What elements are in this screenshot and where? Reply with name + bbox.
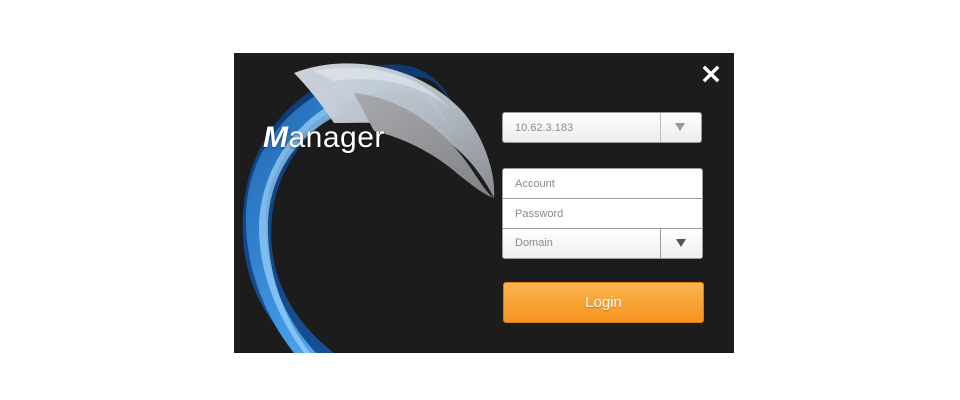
- server-select-divider: [660, 113, 661, 142]
- brand-initial: M: [263, 121, 289, 154]
- login-dialog: Manager 10.62.3.183 Domain Login: [234, 53, 734, 353]
- domain-select-divider: [660, 229, 661, 258]
- password-input[interactable]: [503, 199, 702, 228]
- domain-select-value: Domain: [515, 237, 553, 249]
- password-row: [503, 199, 702, 229]
- close-button[interactable]: [700, 63, 722, 85]
- server-select-value: 10.62.3.183: [515, 122, 574, 134]
- triangle-down-icon[interactable]: [675, 123, 685, 131]
- credentials-group: Domain: [502, 168, 703, 259]
- app-logo-title: Manager: [263, 121, 385, 155]
- account-input[interactable]: [503, 169, 702, 198]
- account-row: [503, 169, 702, 199]
- login-button[interactable]: Login: [503, 282, 704, 323]
- brand-rest: anager: [288, 121, 385, 154]
- domain-select[interactable]: Domain: [503, 229, 702, 258]
- close-icon: [702, 65, 720, 83]
- triangle-down-icon[interactable]: [676, 239, 686, 247]
- server-select[interactable]: 10.62.3.183: [502, 112, 702, 143]
